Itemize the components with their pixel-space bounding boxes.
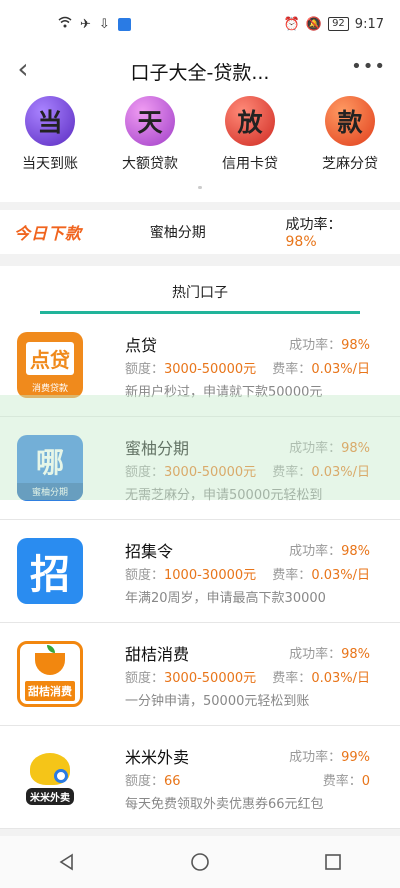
product-name: 招集令 <box>125 542 174 561</box>
status-icons-right: ⏰ 🔕 92 9:17 <box>284 17 384 32</box>
success-rate: 成功率：98% <box>289 338 370 353</box>
status-bar: ✈ ⇩ ⏰ 🔕 92 9:17 <box>0 0 400 48</box>
wifi-icon <box>58 16 72 32</box>
success-rate: 成功率：98% <box>289 441 370 456</box>
product-desc: 每天免费领取外卖优惠券66元红包 <box>125 797 324 812</box>
app-notification-icon <box>117 17 131 31</box>
today-loan-name: 蜜柚分期 <box>149 225 206 241</box>
product-list: 点贷 消费贷款 点贷 成功率：98% 额度：3000-50000元 费率：0.0… <box>0 314 400 829</box>
quick-item-icon: 款 <box>325 96 375 146</box>
quick-item-credit-card[interactable]: 放 信用卡贷 <box>205 96 295 202</box>
quick-item-label: 当天到账 <box>22 156 78 172</box>
orange-icon <box>35 645 65 675</box>
alarm-icon: ⏰ <box>283 16 300 32</box>
today-loan-rate: 成功率：98% <box>285 217 342 250</box>
quick-item-label: 信用卡贷 <box>222 156 278 172</box>
page-title: 口子大全-贷款... <box>130 62 270 84</box>
success-rate: 成功率：98% <box>289 544 370 559</box>
quick-item-label: 大额贷款 <box>122 156 178 172</box>
home-circle-icon[interactable] <box>180 847 220 877</box>
quick-item-icon: 放 <box>225 96 275 146</box>
loan-limit: 额度：3000-50000元 <box>125 671 257 686</box>
kangaroo-icon <box>30 753 70 785</box>
status-icons-left: ✈ ⇩ <box>58 16 131 32</box>
product-desc: 无需芝麻分，申请50000元轻松到 <box>125 488 323 503</box>
quick-item-sesame[interactable]: 款 芝麻分贷 <box>305 96 395 202</box>
product-desc: 年满20周岁，申请最高下款30000 <box>125 591 326 606</box>
loan-limit: 额度：1000-30000元 <box>125 568 257 583</box>
success-rate: 成功率：99% <box>289 750 370 765</box>
fee-rate: 费率：0 <box>322 774 370 789</box>
fee-rate: 费率：0.03%/日 <box>272 465 370 480</box>
loan-limit: 额度：3000-50000元 <box>125 465 257 480</box>
today-loan-banner[interactable]: 今日下款 蜜柚分期 成功率：98% <box>0 210 400 254</box>
system-nav-bar <box>0 836 400 888</box>
more-icon[interactable]: ••• <box>351 56 386 77</box>
hot-section-header: 热门口子 <box>0 266 400 314</box>
quick-item-large-loan[interactable]: 天 大额贷款 <box>105 96 195 202</box>
product-logo-zhaojiling: 招 <box>17 538 83 604</box>
product-desc: 新用户秒过，申请就下款50000元 <box>125 385 323 400</box>
today-loan-logo: 今日下款 <box>14 224 83 243</box>
list-item[interactable]: 招 招集令 成功率：98% 额度：1000-30000元 费率：0.03%/日 … <box>0 520 400 623</box>
fee-rate: 费率：0.03%/日 <box>272 568 370 583</box>
list-item[interactable]: 甜桔消费 甜桔消费 成功率：98% 额度：3000-50000元 费率：0.03… <box>0 623 400 726</box>
product-name: 甜桔消费 <box>125 645 190 664</box>
list-item[interactable]: 点贷 消费贷款 点贷 成功率：98% 额度：3000-50000元 费率：0.0… <box>0 314 400 417</box>
product-logo-mimi: 米米外卖 <box>17 744 83 810</box>
product-name: 蜜柚分期 <box>125 439 190 458</box>
airplane-icon: ✈ <box>80 16 91 32</box>
loan-limit: 额度：66 <box>125 774 181 789</box>
product-logo-miyou: 哪 蜜柚分期 <box>17 435 83 501</box>
back-triangle-icon[interactable] <box>47 847 87 877</box>
mute-icon: 🔕 <box>305 16 323 32</box>
download-icon: ⇩ <box>98 16 110 32</box>
product-name: 米米外卖 <box>125 748 190 767</box>
product-name: 点贷 <box>125 336 158 355</box>
fee-rate: 费率：0.03%/日 <box>272 362 370 377</box>
battery-indicator: 92 <box>328 17 349 31</box>
list-item[interactable]: 米米外卖 米米外卖 成功率：99% 额度：66 费率：0 每天免费领取外卖优惠券… <box>0 726 400 829</box>
section-title: 热门口子 <box>172 285 228 301</box>
quick-item-same-day[interactable]: 当 当天到账 <box>5 96 95 202</box>
page-indicator <box>198 186 202 189</box>
quick-item-icon: 当 <box>25 96 75 146</box>
product-logo-tianju: 甜桔消费 <box>17 641 83 707</box>
clock: 9:17 <box>354 16 384 32</box>
success-rate: 成功率：98% <box>289 647 370 662</box>
fee-rate: 费率：0.03%/日 <box>272 671 370 686</box>
product-logo-diandai: 点贷 消费贷款 <box>17 332 83 398</box>
list-item[interactable]: 哪 蜜柚分期 蜜柚分期 成功率：98% 额度：3000-50000元 费率：0.… <box>0 417 400 520</box>
nav-bar: ‹ 口子大全-贷款... ••• <box>0 48 400 90</box>
quick-item-label: 芝麻分贷 <box>322 156 378 172</box>
product-desc: 一分钟申请，50000元轻松到账 <box>125 694 310 709</box>
quick-item-icon: 天 <box>125 96 175 146</box>
recents-square-icon[interactable] <box>313 847 353 877</box>
loan-limit: 额度：3000-50000元 <box>125 362 257 377</box>
